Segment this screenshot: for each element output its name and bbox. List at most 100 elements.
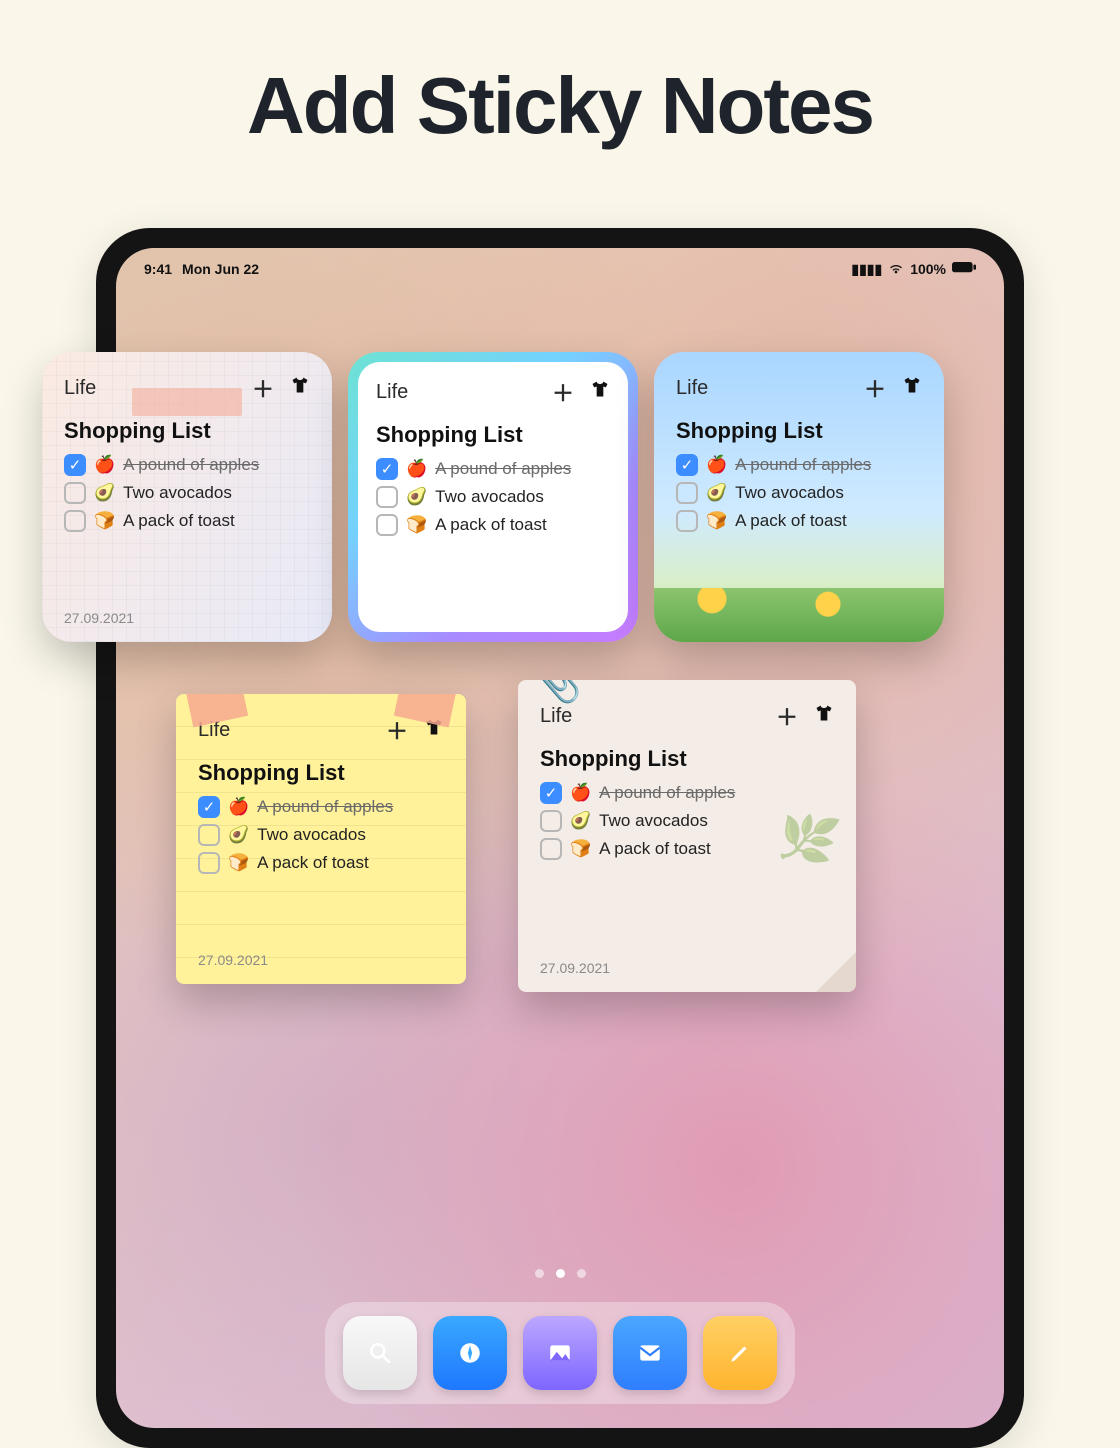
widget-category: Life (376, 381, 408, 404)
theme-icon[interactable] (902, 375, 922, 401)
note-date: 27.09.2021 (676, 610, 746, 626)
checkbox-checked-icon[interactable]: ✓ (198, 796, 220, 818)
wifi-icon (888, 260, 904, 279)
note-title: Shopping List (540, 746, 834, 772)
dock-app-notes[interactable] (703, 1316, 777, 1390)
todo-item[interactable]: 🥑 Two avocados (198, 824, 444, 846)
todo-text: A pack of toast (435, 515, 547, 535)
todo-emoji: 🍎 (570, 783, 591, 803)
todo-emoji: 🥑 (94, 483, 115, 503)
dock-app-safari[interactable] (433, 1316, 507, 1390)
note-title: Shopping List (198, 760, 444, 786)
todo-emoji: 🍎 (228, 797, 249, 817)
note-title: Shopping List (64, 418, 310, 444)
tape-decoration (132, 388, 242, 416)
sticky-widget-paper[interactable]: Life ＋ Shopping List ✓ 🍎 A pound of appl… (42, 352, 332, 642)
todo-item[interactable]: 🍞 A pack of toast (64, 510, 310, 532)
widget-category: Life (676, 377, 708, 400)
dock (325, 1302, 795, 1404)
checkbox-empty-icon[interactable] (376, 486, 398, 508)
todo-text: A pound of apples (735, 455, 871, 475)
widget-category: Life (64, 377, 96, 400)
todo-emoji: 🍎 (706, 455, 727, 475)
checkbox-empty-icon[interactable] (676, 482, 698, 504)
dock-app-mail[interactable] (613, 1316, 687, 1390)
todo-item[interactable]: 🥑 Two avocados (676, 482, 922, 504)
status-bar: 9:41 Mon Jun 22 ▮▮▮▮ 100% (116, 248, 1004, 290)
todo-text: A pack of toast (257, 853, 369, 873)
promo-headline: Add Sticky Notes (0, 0, 1120, 152)
todo-item[interactable]: ✓ 🍎 A pound of apples (64, 454, 310, 476)
add-note-icon[interactable]: ＋ (864, 372, 886, 404)
todo-emoji: 🍞 (406, 515, 427, 535)
add-note-icon[interactable]: ＋ (776, 700, 798, 732)
status-battery: 100% (910, 261, 946, 277)
todo-emoji: 🍎 (406, 459, 427, 479)
todo-item[interactable]: ✓ 🍎 A pound of apples (676, 454, 922, 476)
todo-text: A pack of toast (599, 839, 711, 859)
checkbox-checked-icon[interactable]: ✓ (676, 454, 698, 476)
checkbox-empty-icon[interactable] (540, 810, 562, 832)
add-note-icon[interactable]: ＋ (386, 714, 408, 746)
checkbox-empty-icon[interactable] (198, 852, 220, 874)
todo-emoji: 🍎 (94, 455, 115, 475)
todo-item[interactable]: 🥑 Two avocados (376, 486, 610, 508)
page-indicator[interactable] (116, 1269, 1004, 1278)
todo-text: Two avocados (257, 825, 366, 845)
todo-item[interactable]: 🍞 A pack of toast (676, 510, 922, 532)
sticky-widget-beige[interactable]: 📎 🌿 Life ＋ Shopping List ✓ 🍎 A pound of … (518, 680, 856, 992)
checkbox-empty-icon[interactable] (198, 824, 220, 846)
todo-text: A pound of apples (257, 797, 393, 817)
todo-item[interactable]: ✓ 🍎 A pound of apples (376, 458, 610, 480)
battery-icon (952, 261, 976, 277)
todo-emoji: 🍞 (706, 511, 727, 531)
add-note-icon[interactable]: ＋ (252, 372, 274, 404)
sticky-widget-sky[interactable]: Life ＋ Shopping List ✓ 🍎 A pound of appl… (654, 352, 944, 642)
todo-item[interactable]: ✓ 🍎 A pound of apples (540, 782, 834, 804)
note-title: Shopping List (376, 422, 610, 448)
sticky-widget-yellow[interactable]: Life ＋ Shopping List ✓ 🍎 A pound of appl… (176, 694, 466, 984)
note-date: 27.09.2021 (540, 960, 610, 976)
todo-emoji: 🥑 (570, 811, 591, 831)
todo-text: A pack of toast (735, 511, 847, 531)
checkbox-checked-icon[interactable]: ✓ (376, 458, 398, 480)
todo-text: A pound of apples (435, 459, 571, 479)
checkbox-empty-icon[interactable] (376, 514, 398, 536)
checkbox-empty-icon[interactable] (64, 510, 86, 532)
note-date: 27.09.2021 (198, 952, 268, 968)
checkbox-empty-icon[interactable] (676, 510, 698, 532)
todo-emoji: 🍞 (570, 839, 591, 859)
dock-app-photos[interactable] (523, 1316, 597, 1390)
todo-item[interactable]: 🥑 Two avocados (64, 482, 310, 504)
status-time: 9:41 (144, 261, 172, 277)
checkbox-empty-icon[interactable] (540, 838, 562, 860)
todo-item[interactable]: 🍞 A pack of toast (198, 852, 444, 874)
todo-emoji: 🥑 (706, 483, 727, 503)
todo-text: Two avocados (435, 487, 544, 507)
todo-emoji: 🍞 (228, 853, 249, 873)
sticky-widget-gradient[interactable]: Life ＋ Shopping List ✓ 🍎 A pound of appl… (348, 352, 638, 642)
todo-emoji: 🥑 (406, 487, 427, 507)
todo-text: Two avocados (735, 483, 844, 503)
todo-item[interactable]: ✓ 🍎 A pound of apples (198, 796, 444, 818)
todo-text: Two avocados (123, 483, 232, 503)
widget-category: Life (540, 705, 572, 728)
todo-emoji: 🥑 (228, 825, 249, 845)
add-note-icon[interactable]: ＋ (552, 376, 574, 408)
todo-text: A pound of apples (599, 783, 735, 803)
checkbox-empty-icon[interactable] (64, 482, 86, 504)
dock-app-search[interactable] (343, 1316, 417, 1390)
theme-icon[interactable] (290, 375, 310, 401)
checkbox-checked-icon[interactable]: ✓ (64, 454, 86, 476)
todo-text: A pack of toast (123, 511, 235, 531)
todo-item[interactable]: 🍞 A pack of toast (376, 514, 610, 536)
theme-icon[interactable] (814, 703, 834, 729)
note-date: 27.09.2021 (64, 610, 134, 626)
todo-text: Two avocados (599, 811, 708, 831)
note-title: Shopping List (676, 418, 922, 444)
checkbox-checked-icon[interactable]: ✓ (540, 782, 562, 804)
theme-icon[interactable] (590, 379, 610, 405)
todo-emoji: 🍞 (94, 511, 115, 531)
paperclip-icon: 📎 (532, 680, 582, 705)
status-date: Mon Jun 22 (182, 261, 259, 277)
